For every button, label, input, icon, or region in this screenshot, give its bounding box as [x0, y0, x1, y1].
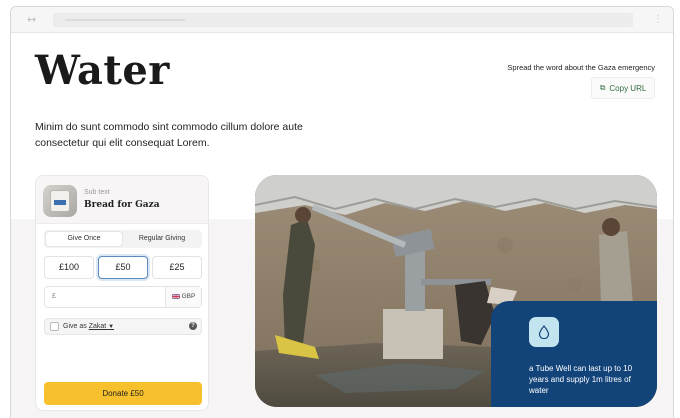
boy-head — [295, 207, 311, 223]
chevron-down-icon: ▼ — [108, 324, 115, 330]
copy-icon: ⧉ — [599, 83, 606, 92]
currency-symbol: £ — [52, 293, 56, 300]
uk-flag-icon — [171, 293, 180, 300]
browser-toolbar: ↔ ⋮ — [11, 7, 673, 33]
info-overlay: a Tube Well can last up to 10 years and … — [491, 301, 657, 407]
copy-url-button[interactable]: ⧉ Copy URL — [591, 77, 655, 99]
campaign-name: Bread for Gaza — [84, 200, 160, 210]
bag-label — [54, 200, 66, 205]
address-placeholder — [65, 19, 185, 21]
tab-regular-giving[interactable]: Regular Giving — [124, 232, 200, 246]
wall-texture — [497, 237, 513, 253]
campaign-thumbnail — [43, 185, 77, 217]
wall-texture — [430, 300, 440, 310]
donate-button[interactable]: Donate £50 — [44, 382, 202, 405]
arrows-icon[interactable]: ↔ — [27, 14, 43, 26]
browser-window: ↔ ⋮ Water Minim do sunt commodo sint com… — [10, 6, 674, 418]
hero-image: a Tube Well can last up to 10 years and … — [255, 175, 657, 407]
right-figure — [599, 231, 633, 307]
share-text: Spread the word about the Gaza emergency — [507, 63, 655, 72]
custom-amount-input[interactable]: £ GBP — [44, 286, 202, 308]
amount-option-100[interactable]: £100 — [44, 256, 94, 279]
page-description: Minim do sunt commodo sint commodo cillu… — [35, 121, 303, 149]
copy-url-label: Copy URL — [609, 83, 647, 93]
currency-selector[interactable]: GBP — [165, 287, 201, 307]
campaign-subtext: Sub text — [84, 189, 110, 196]
water-drop-icon — [529, 317, 559, 347]
zakat-dropdown[interactable]: Zakat ▼ — [89, 323, 114, 330]
campaign-header: Sub text Bread for Gaza — [36, 176, 208, 224]
zakat-checkbox[interactable] — [50, 322, 59, 331]
info-icon[interactable]: ? — [189, 322, 197, 330]
overlay-text: a Tube Well can last up to 10 years and … — [529, 364, 633, 395]
more-vertical-icon[interactable]: ⋮ — [653, 13, 663, 27]
wall-texture — [568, 278, 582, 292]
zakat-text: Give as Zakat ▼ — [63, 319, 114, 335]
page-title: Water — [35, 47, 170, 94]
zakat-label: Zakat — [88, 323, 107, 330]
address-bar[interactable] — [53, 13, 633, 27]
flour-bag-image — [50, 190, 70, 212]
drop-glyph — [538, 325, 550, 339]
currency-code: GBP — [181, 293, 196, 300]
zakat-row: Give as Zakat ▼ ? — [44, 318, 202, 335]
zakat-prefix: Give as — [63, 323, 87, 330]
pump-base — [383, 309, 443, 359]
amount-option-25[interactable]: £25 — [152, 256, 202, 279]
pump-column — [405, 245, 425, 311]
right-figure-head — [602, 218, 620, 236]
frequency-toggle: Give Once Regular Giving — [44, 230, 202, 248]
amount-option-50[interactable]: £50 — [98, 256, 148, 279]
tab-give-once[interactable]: Give Once — [46, 232, 122, 246]
donation-card: Sub text Bread for Gaza Give Once Regula… — [35, 175, 209, 411]
